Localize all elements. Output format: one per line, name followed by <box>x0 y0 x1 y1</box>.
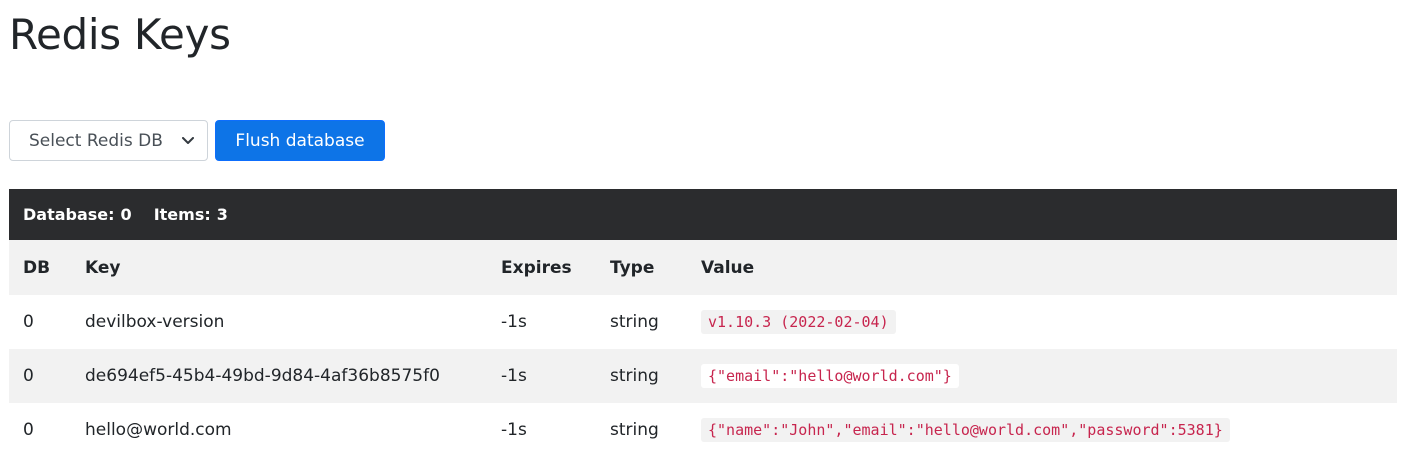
cell-value: {"email":"hello@world.com"} <box>701 349 1397 403</box>
cell-value: {"name":"John","email":"hello@world.com"… <box>701 403 1397 457</box>
table-row: 0 devilbox-version -1s string v1.10.3 (2… <box>9 295 1397 349</box>
column-header-db: DB <box>9 240 85 295</box>
column-header-value: Value <box>701 240 1397 295</box>
items-value: 3 <box>216 205 228 224</box>
items-info: Items: 3 <box>154 205 228 224</box>
database-value: 0 <box>120 205 132 224</box>
value-code: {"email":"hello@world.com"} <box>701 364 959 388</box>
cell-type: string <box>610 420 659 440</box>
keys-panel: Database: 0 Items: 3 DB Key Expires Type… <box>9 189 1397 457</box>
keys-table: DB Key Expires Type Value 0 devilbox-ver… <box>9 240 1397 457</box>
column-header-type: Type <box>610 240 701 295</box>
database-info: Database: 0 <box>23 205 132 224</box>
database-label: Database: <box>23 205 115 224</box>
toolbar: Select Redis DB Flush database <box>9 120 385 161</box>
column-header-expires: Expires <box>501 240 610 295</box>
cell-key: de694ef5-45b4-49bd-9d84-4af36b8575f0 <box>85 349 501 403</box>
page: Redis Keys Select Redis DB Flush databas… <box>0 0 1409 465</box>
cell-db: 0 <box>23 420 34 440</box>
cell-expires: -1s <box>501 312 527 332</box>
cell-db: 0 <box>23 312 34 332</box>
chevron-down-icon <box>181 134 195 148</box>
cell-value: v1.10.3 (2022-02-04) <box>701 295 1397 349</box>
cell-expires: -1s <box>501 420 527 440</box>
items-label: Items: <box>153 205 211 224</box>
table-row: 0 de694ef5-45b4-49bd-9d84-4af36b8575f0 -… <box>9 349 1397 403</box>
flush-database-button[interactable]: Flush database <box>215 120 385 161</box>
cell-type: string <box>610 312 659 332</box>
cell-db: 0 <box>9 349 85 403</box>
cell-expires: -1s <box>501 349 610 403</box>
redis-db-select[interactable]: Select Redis DB <box>9 120 208 161</box>
redis-db-select-label: Select Redis DB <box>29 130 163 151</box>
value-code: v1.10.3 (2022-02-04) <box>701 310 896 334</box>
column-header-key: Key <box>85 240 501 295</box>
value-code: {"name":"John","email":"hello@world.com"… <box>701 418 1230 442</box>
cell-key: hello@world.com <box>85 420 232 440</box>
table-header-row: DB Key Expires Type Value <box>9 240 1397 295</box>
page-title: Redis Keys <box>9 10 231 59</box>
cell-type: string <box>610 349 701 403</box>
panel-header: Database: 0 Items: 3 <box>9 189 1397 240</box>
cell-key: devilbox-version <box>85 312 225 332</box>
table-row: 0 hello@world.com -1s string {"name":"Jo… <box>9 403 1397 457</box>
